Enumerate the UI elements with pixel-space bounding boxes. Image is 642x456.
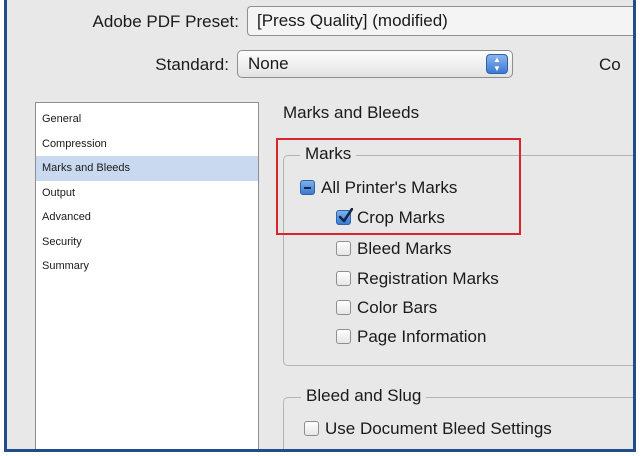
page-information-label: Page Information [357,327,487,346]
sidebar-item-advanced[interactable]: Advanced [36,205,258,230]
checkbox-icon [336,271,351,286]
registration-marks-checkbox[interactable]: Registration Marks [336,268,499,290]
all-printers-marks-checkbox[interactable]: All Printer's Marks [300,177,457,199]
standard-value: None [248,54,289,73]
marks-group-legend: Marks [300,144,357,164]
compatibility-label: Co [599,55,621,74]
checkbox-icon [304,421,319,436]
export-pdf-dialog: Adobe PDF Preset: [Press Quality] (modif… [7,0,633,449]
checkbox-icon [336,300,351,315]
checkbox-icon [336,329,351,344]
sidebar-item-summary[interactable]: Summary [36,254,258,279]
use-document-bleed-checkbox[interactable]: Use Document Bleed Settings [304,418,552,440]
bleed-marks-checkbox[interactable]: Bleed Marks [336,238,451,260]
crop-marks-label: Crop Marks [357,208,445,227]
sidebar-item-security[interactable]: Security [36,230,258,255]
sidebar-item-compression[interactable]: Compression [36,132,258,157]
sidebar-item-output[interactable]: Output [36,181,258,206]
bleed-marks-label: Bleed Marks [357,239,452,258]
select-stepper-icon: ▲ ▼ [486,54,508,74]
checkmark-icon [336,208,353,225]
mixed-checkbox-icon [300,180,315,195]
crop-marks-checkbox[interactable]: Crop Marks [336,207,445,229]
bleed-and-slug-legend: Bleed and Slug [301,386,427,406]
section-title: Marks and Bleeds [283,103,420,122]
use-document-bleed-label: Use Document Bleed Settings [325,419,552,438]
preset-select[interactable]: [Press Quality] (modified) [247,6,633,36]
page-information-checkbox[interactable]: Page Information [336,326,486,348]
sidebar-item-general[interactable]: General [36,107,258,132]
checkbox-icon [336,241,351,256]
screenshot-frame: Adobe PDF Preset: [Press Quality] (modif… [4,0,636,452]
category-list: General Compression Marks and Bleeds Out… [35,102,259,449]
preset-label: Adobe PDF Preset: [92,12,239,31]
registration-marks-label: Registration Marks [357,269,499,288]
all-printers-marks-label: All Printer's Marks [321,178,458,197]
color-bars-label: Color Bars [357,298,438,317]
standard-select[interactable]: None ▲ ▼ [237,50,513,78]
color-bars-checkbox[interactable]: Color Bars [336,297,437,319]
sidebar-item-marks-and-bleeds[interactable]: Marks and Bleeds [36,156,258,181]
standard-label: Standard: [155,55,229,74]
